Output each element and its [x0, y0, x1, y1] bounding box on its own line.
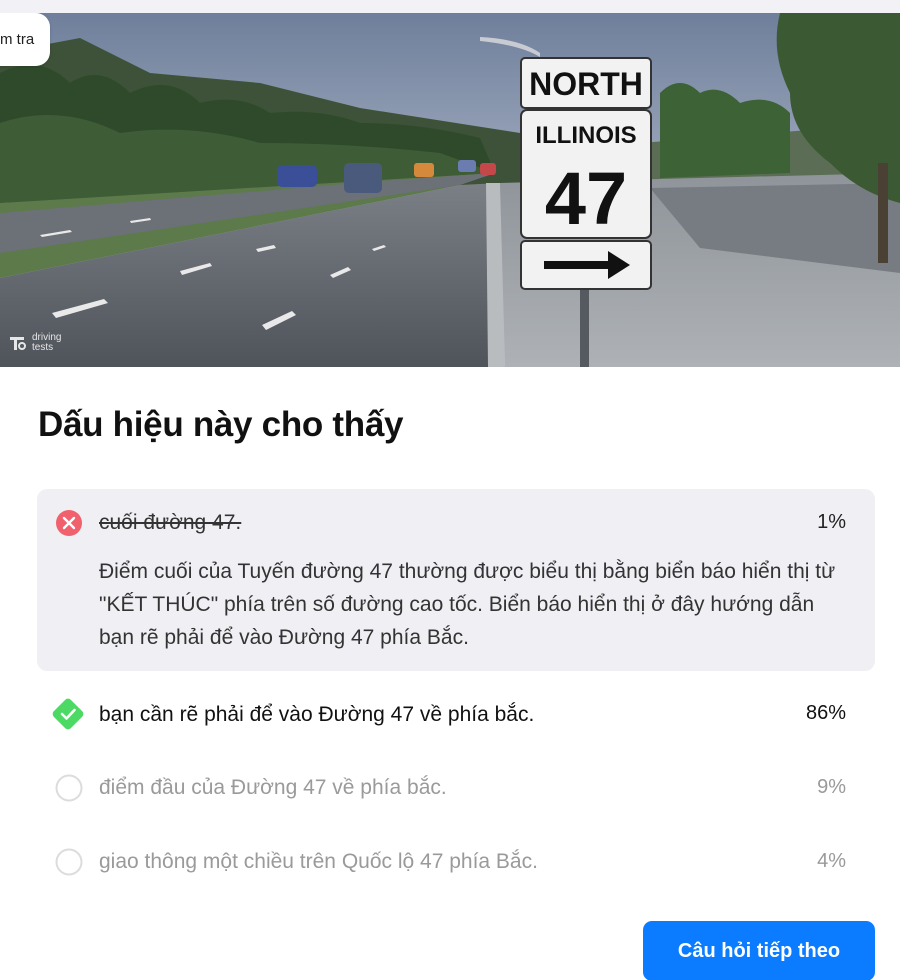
answer-percent: 1% — [817, 511, 846, 533]
sign-state-text: ILLINOIS — [535, 122, 636, 149]
watermark-line-2: tests — [32, 342, 54, 353]
answer-text: giao thông một chiều trên Quốc lộ 47 phí… — [99, 850, 538, 873]
driving-tests-watermark: driving tests — [8, 333, 61, 353]
empty-circle-icon — [55, 848, 83, 876]
answer-text: điểm đầu của Đường 47 về phía bắc. — [99, 776, 447, 799]
sign-north-text: NORTH — [529, 66, 643, 102]
test-badge[interactable]: m tra — [0, 13, 51, 66]
answer-explanation: Điểm cuối của Tuyến đường 47 thường được… — [99, 560, 836, 649]
check-diamond-icon — [52, 698, 84, 730]
next-question-button[interactable]: Câu hỏi tiếp theo — [643, 921, 875, 980]
sign-number-text: 47 — [545, 157, 627, 240]
answer-option-3[interactable]: điểm đầu của Đường 47 về phía bắc. 9% — [37, 770, 875, 806]
driving-tests-logo-icon — [10, 337, 26, 350]
answer-option-2[interactable]: bạn cần rẽ phải để vào Đường 47 về phía … — [37, 696, 875, 732]
question-image: NORTH ILLINOIS 47 driving tests — [0, 13, 900, 367]
test-badge-label: m tra — [0, 31, 35, 48]
answer-option-1[interactable]: cuối đường 47. 1% Điểm cuối của Tuyến đư… — [37, 489, 875, 671]
quiz-card: NORTH ILLINOIS 47 driving tests m tra Dấ… — [0, 13, 900, 980]
answer-percent: 9% — [817, 776, 846, 798]
answer-option-4[interactable]: giao thông một chiều trên Quốc lộ 47 phí… — [37, 844, 875, 880]
answer-text: bạn cần rẽ phải để vào Đường 47 về phía … — [99, 703, 535, 726]
answer-text: cuối đường 47. — [99, 511, 242, 534]
answer-percent: 86% — [805, 702, 846, 724]
x-circle-icon — [56, 510, 82, 536]
answer-percent: 4% — [817, 850, 846, 872]
empty-circle-icon — [55, 774, 83, 802]
question-title: Dấu hiệu này cho thấy — [38, 405, 404, 444]
